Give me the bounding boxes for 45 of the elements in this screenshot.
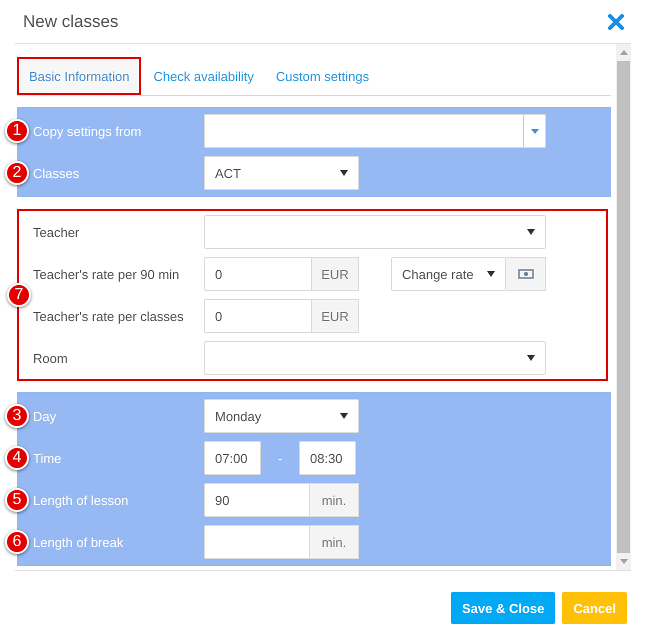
number-badge: 3 xyxy=(5,404,29,428)
number-badge: 1 xyxy=(5,119,29,143)
time-field[interactable]: 08:30 xyxy=(299,441,356,475)
unit-label: min. xyxy=(310,525,359,559)
field-label: Room xyxy=(33,350,69,366)
field-label: Classes xyxy=(33,166,80,180)
dropdown-field[interactable] xyxy=(204,114,546,148)
number-badge: 2 xyxy=(5,161,29,185)
caret-icon xyxy=(527,229,535,235)
number-badge: 7 xyxy=(7,283,31,307)
caret-icon xyxy=(487,271,495,277)
window-title: New classes xyxy=(23,12,118,32)
dropdown-field[interactable]: Change rate xyxy=(391,257,506,291)
caret-icon xyxy=(527,355,535,361)
field-label: Day xyxy=(33,408,58,424)
field-label: Teacher xyxy=(33,224,80,240)
input-field[interactable]: 90 xyxy=(204,483,310,517)
input-field[interactable]: 0 xyxy=(204,299,312,333)
input-field[interactable]: 0 xyxy=(204,257,312,291)
number-badge: 6 xyxy=(5,530,29,554)
range-separator: - xyxy=(276,450,284,466)
time-field[interactable]: 07:00 xyxy=(204,441,261,475)
scrollbar[interactable] xyxy=(616,44,631,570)
dropdown-field[interactable] xyxy=(204,341,546,375)
field-label: Length of break xyxy=(33,534,124,550)
number-badge: 5 xyxy=(5,488,29,512)
close-icon[interactable] xyxy=(607,12,625,30)
rate-button[interactable] xyxy=(506,257,546,291)
field-label: Copy settings from xyxy=(33,124,142,138)
banknote-icon xyxy=(518,269,534,279)
field-label: Teacher's rate per classes xyxy=(33,308,185,324)
number-badge: 4 xyxy=(5,446,29,470)
dropdown-field[interactable]: ACT xyxy=(204,156,359,190)
caret-icon xyxy=(530,128,538,134)
caret-icon xyxy=(340,170,348,176)
unit-label: EUR xyxy=(312,299,359,333)
input-field[interactable] xyxy=(204,525,310,559)
field-label: Teacher's rate per 90 min xyxy=(33,266,180,282)
field-label: Length of lesson xyxy=(33,492,130,508)
caret-icon xyxy=(340,413,348,419)
dropdown-field[interactable] xyxy=(204,215,546,249)
field-label: Time xyxy=(33,450,62,466)
dropdown-field[interactable]: Monday xyxy=(204,399,359,433)
unit-label: min. xyxy=(310,483,359,517)
unit-label: EUR xyxy=(312,257,359,291)
